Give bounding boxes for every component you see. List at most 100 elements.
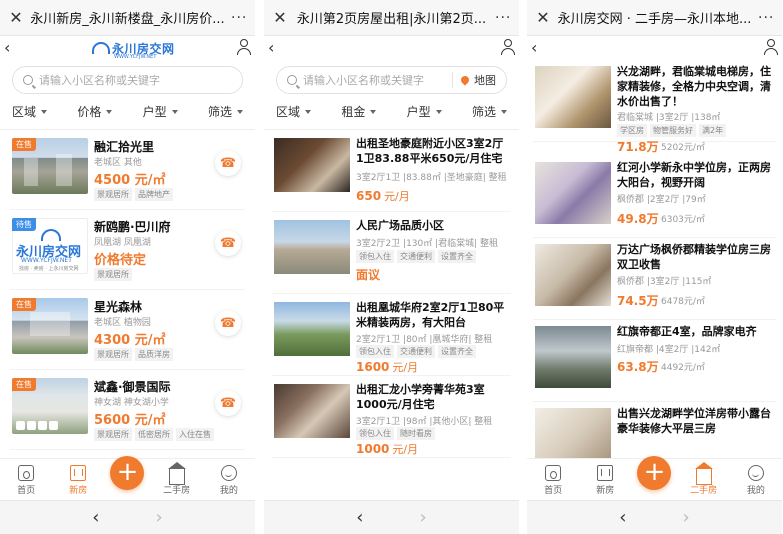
- tab-new-homes[interactable]: 新房: [585, 465, 625, 496]
- filter-layout[interactable]: 户型: [407, 103, 442, 120]
- browser-forward-icon[interactable]: ›: [156, 507, 163, 528]
- tag-chip: 景观居所: [94, 188, 132, 201]
- browser-back-icon[interactable]: ‹: [356, 507, 363, 528]
- listing-price: 面议: [356, 268, 381, 282]
- search-placeholder: 请输入小区名称或关键字: [303, 74, 424, 87]
- listing-price: 63.8万: [617, 360, 659, 374]
- listing-photo: [274, 384, 350, 438]
- more-icon[interactable]: ···: [758, 10, 774, 26]
- search-icon: [287, 75, 297, 85]
- tab-profile[interactable]: 我的: [736, 465, 776, 496]
- listing-card[interactable]: 在售 斌鑫·御景国际 神女湖 神女湖小学 5600 元/㎡ 景观居所 低密居所 …: [10, 370, 245, 450]
- browser-forward-icon[interactable]: ›: [683, 507, 690, 528]
- add-button[interactable]: +: [110, 456, 145, 490]
- tab-second-hand[interactable]: 二手房: [157, 462, 197, 496]
- panel-second-hand: ✕ 永川房交网 · 二手房—永川本地... ··· ‹ 兴龙湖畔，君临棠城电梯房…: [527, 0, 782, 534]
- resale-card[interactable]: 万达广场枫侨郡精装学位房三房双卫收售 枫侨郡 |3室2厅 |115㎡ 74.5万…: [533, 238, 776, 320]
- dropdown-caret-icon: [41, 109, 48, 114]
- tab-profile[interactable]: 我的: [209, 465, 249, 496]
- user-icon[interactable]: [237, 39, 251, 55]
- filter-region[interactable]: 区域: [276, 103, 312, 120]
- filter-region[interactable]: 区域: [12, 103, 48, 120]
- unit-price: 5202元/㎡: [661, 143, 705, 153]
- rental-card[interactable]: 人民广场品质小区 3室2厅2卫 |130㎡ |君临棠城| 整租 领包入住 交通便…: [272, 212, 511, 294]
- listing-tags: 学区房 物管服务好 满2年: [617, 124, 727, 137]
- close-icon[interactable]: ✕: [272, 8, 288, 27]
- image-icon: [16, 421, 25, 430]
- tag-chip: 物管服务好: [650, 124, 696, 137]
- filter-rent[interactable]: 租金: [341, 103, 377, 120]
- search-input[interactable]: 请输入小区名称或关键字: [12, 66, 243, 94]
- dropdown-caret-icon: [171, 109, 178, 114]
- listing-tags: 领包入住 交通便利 设置齐全: [356, 250, 476, 263]
- map-button[interactable]: 地图: [452, 72, 496, 88]
- listing-meta: 红旗帝都 |4室2厅 |142㎡: [617, 345, 721, 355]
- close-icon[interactable]: ✕: [8, 8, 24, 27]
- back-icon[interactable]: ‹: [268, 38, 274, 57]
- tag-chip: 交通便利: [397, 250, 435, 263]
- listing-title: 出租圣地豪庭附近小区3室2厅1卫83.88平米650元/月住宅: [356, 137, 504, 165]
- phone-icon[interactable]: ☎: [215, 390, 241, 416]
- video-icon: [27, 421, 36, 430]
- listing-card[interactable]: 在售 星光森林 老城区 植物园 4300 元/㎡ 景观居所 品质洋房 ☎: [10, 290, 245, 370]
- add-button[interactable]: +: [637, 456, 672, 490]
- user-icon[interactable]: [501, 39, 515, 55]
- filter-layout[interactable]: 户型: [143, 103, 178, 120]
- status-badge: 在售: [12, 378, 36, 391]
- dropdown-caret-icon: [237, 109, 243, 114]
- more-icon[interactable]: ···: [231, 10, 247, 26]
- phone-icon[interactable]: ☎: [215, 150, 241, 176]
- tab-new-homes[interactable]: 新房: [58, 465, 98, 496]
- filter-more[interactable]: 筛选: [208, 103, 243, 120]
- profile-icon: [747, 465, 764, 481]
- listing-title: 出租汇龙小学旁菁华苑3室1000元/月住宅: [356, 383, 485, 411]
- panel-new-homes: ✕ 永川新房_永川新楼盘_永川房价... ··· ‹ 永川房交网 WWW.YCF…: [0, 0, 255, 534]
- close-icon[interactable]: ✕: [535, 8, 551, 27]
- resale-card[interactable]: 红旗帝都正4室，品牌家电齐 红旗帝都 |4室2厅 |142㎡ 63.8万 449…: [533, 320, 776, 402]
- listing-card[interactable]: 在售 融汇拾光里 老城区 其他 4500 元/㎡ 景观居所 品牌地产 ☎: [10, 130, 245, 210]
- rental-card[interactable]: 出租凰城华府2室2厅1卫80平米精装两房，有大阳台 2室2厅1卫 |80㎡ |凰…: [272, 294, 511, 376]
- resale-card[interactable]: 红河小学新永中学位房，正两房大阳台，视野开阔 枫侨郡 |2室2厅 |79㎡ 49…: [533, 156, 776, 238]
- listing-photo: [535, 66, 611, 128]
- tag-chip: 随时看房: [397, 427, 435, 440]
- back-icon[interactable]: ‹: [531, 38, 537, 57]
- browser-forward-icon[interactable]: ›: [420, 507, 427, 528]
- listing-meta: 君临棠城 |3室2厅 |138㎡: [617, 113, 721, 123]
- phone-icon[interactable]: ☎: [215, 230, 241, 256]
- tag-chip: 品牌地产: [135, 188, 173, 201]
- resale-card[interactable]: 兴龙湖畔，君临棠城电梯房，住家精装修，全格力中央空调，清水价出售了！ 君临棠城 …: [533, 60, 776, 142]
- listing-photo: [274, 220, 350, 274]
- tab-home[interactable]: 首页: [533, 465, 573, 496]
- unit-price: 4492元/㎡: [661, 363, 705, 373]
- filter-price[interactable]: 价格: [77, 103, 113, 120]
- tab-bar: 首页 新房 + 二手房 我的: [0, 456, 255, 500]
- search-input[interactable]: 请输入小区名称或关键字 地图: [276, 66, 507, 94]
- app-header: ‹: [527, 36, 782, 60]
- listing-tags: 领包入住 随时看房: [356, 427, 435, 440]
- rental-card[interactable]: 出租汇龙小学旁菁华苑3室1000元/月住宅 3室2厅1卫 |98㎡ |其他小区|…: [272, 376, 511, 458]
- phone-icon[interactable]: ☎: [215, 310, 241, 336]
- panel-rentals: ✕ 永川第2页房屋出租|永川第2页... ··· ‹ 请输入小区名称或关键字 地…: [264, 0, 519, 534]
- user-icon[interactable]: [764, 39, 778, 55]
- listing-price: 1000 元/月: [356, 442, 419, 456]
- listing-photo: [535, 244, 611, 306]
- house-icon: [167, 462, 186, 485]
- tab-second-hand[interactable]: 二手房: [684, 462, 724, 496]
- home-icon: [18, 465, 35, 481]
- placeholder-logo-slogan: 找房 · 卖房 · 上永川房交网: [19, 266, 79, 272]
- browser-nav: ‹ ›: [527, 500, 782, 534]
- site-logo[interactable]: 永川房交网 WWW.YCFJW.NET: [92, 40, 175, 60]
- browser-nav: ‹ ›: [264, 500, 519, 534]
- filter-more[interactable]: 筛选: [472, 103, 507, 120]
- listing-card[interactable]: 永川房交网 WWW.YCFJW.NET 找房 · 卖房 · 上永川房交网 待售 …: [10, 210, 245, 290]
- listing-meta: 2室2厅1卫 |80㎡ |凰城华府| 整租: [356, 335, 493, 345]
- tab-home[interactable]: 首页: [6, 465, 46, 496]
- more-icon[interactable]: ···: [495, 10, 511, 26]
- listing-location: 老城区 其他: [94, 158, 142, 168]
- browser-back-icon[interactable]: ‹: [92, 507, 99, 528]
- search-icon: [23, 75, 33, 85]
- rental-card[interactable]: 出租圣地豪庭附近小区3室2厅1卫83.88平米650元/月住宅 3室2厅1卫 |…: [272, 130, 511, 212]
- browser-back-icon[interactable]: ‹: [619, 507, 626, 528]
- back-icon[interactable]: ‹: [4, 38, 10, 57]
- home-icon: [545, 465, 562, 481]
